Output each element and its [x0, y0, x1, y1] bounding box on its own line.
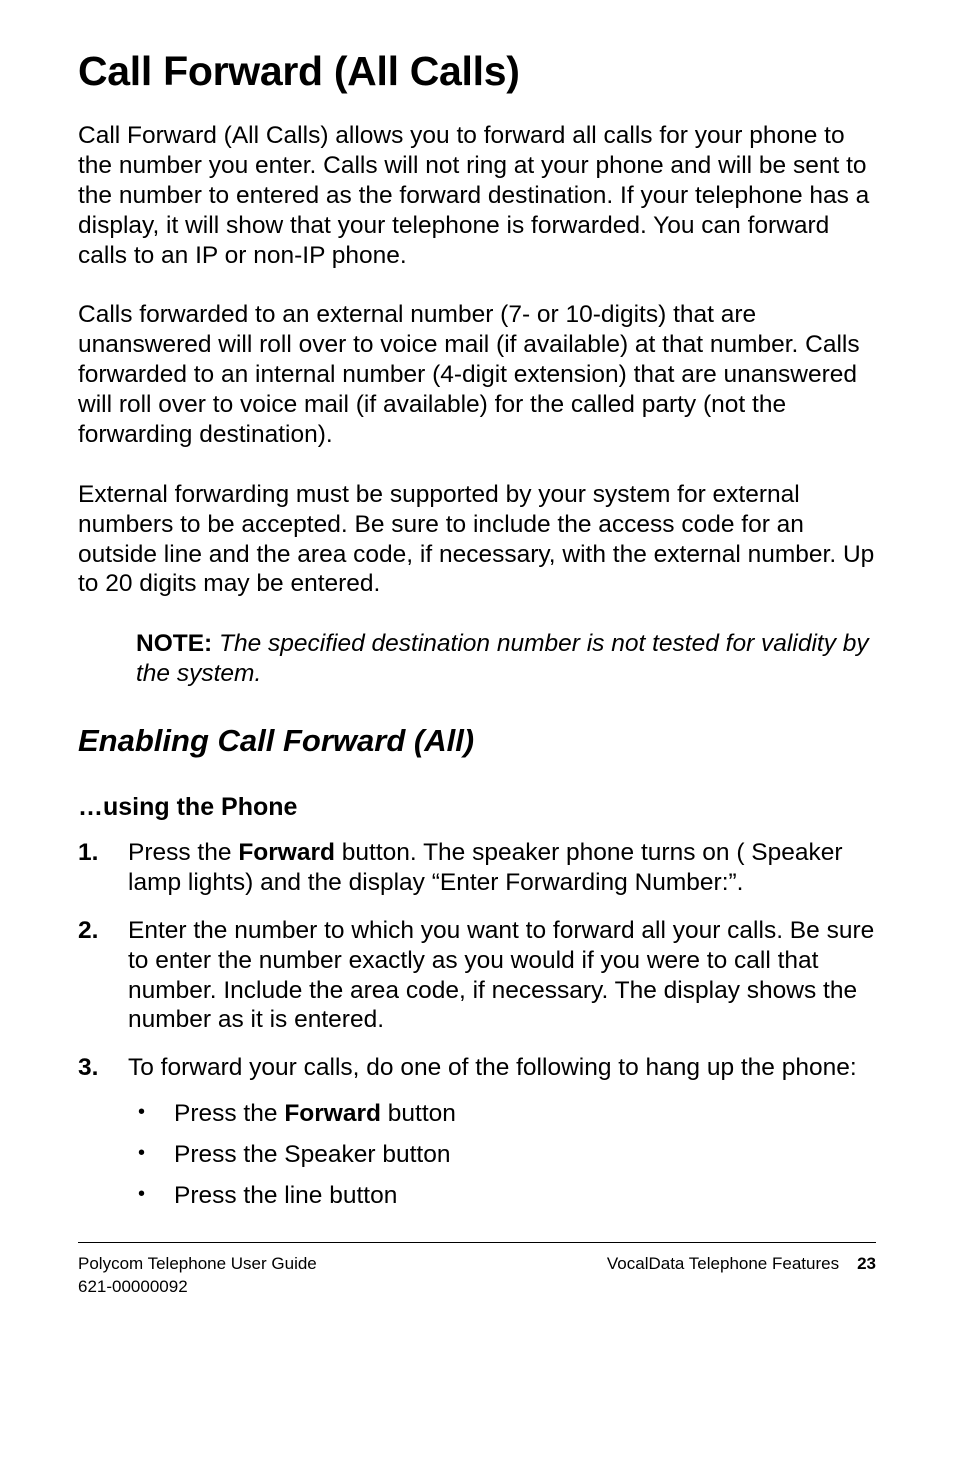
- footer-rule: [78, 1242, 876, 1243]
- footer-doc-number: 621-00000092: [78, 1276, 317, 1299]
- bullet-icon: •: [128, 1097, 174, 1130]
- list-item: 3. To forward your calls, do one of the …: [78, 1053, 876, 1220]
- text-pre: Press the: [128, 839, 238, 866]
- list-item: • Press the Forward button: [128, 1097, 876, 1130]
- section-heading: Enabling Call Forward (All): [78, 723, 876, 759]
- list-item: 2. Enter the number to which you want to…: [78, 916, 876, 1036]
- footer-left: Polycom Telephone User Guide 621-0000009…: [78, 1253, 317, 1299]
- paragraph-2: Calls forwarded to an external number (7…: [78, 300, 876, 449]
- document-page: Call Forward (All Calls) Call Forward (A…: [0, 0, 954, 1329]
- list-item-body: Press the Forward button: [174, 1097, 456, 1130]
- footer-right: VocalData Telephone Features 23: [607, 1253, 876, 1299]
- list-item: • Press the line button: [128, 1179, 876, 1212]
- list-item-body: Enter the number to which you want to fo…: [128, 916, 876, 1036]
- text-bold: Forward: [238, 839, 335, 866]
- note-body: The specified destination number is not …: [136, 630, 869, 687]
- page-footer: Polycom Telephone User Guide 621-0000009…: [78, 1253, 876, 1299]
- bullet-icon: •: [128, 1179, 174, 1212]
- list-item-body: Press the Forward button. The speaker ph…: [128, 838, 876, 898]
- page-title: Call Forward (All Calls): [78, 48, 876, 95]
- footer-section-title: VocalData Telephone Features: [607, 1254, 839, 1273]
- ordered-list: 1. Press the Forward button. The speaker…: [78, 838, 876, 1220]
- text-pre: Press the: [174, 1100, 284, 1127]
- list-item-body: Press the line button: [174, 1179, 397, 1212]
- paragraph-1: Call Forward (All Calls) allows you to f…: [78, 121, 876, 270]
- note-block: NOTE: The specified destination number i…: [78, 629, 876, 689]
- paragraph-3: External forwarding must be supported by…: [78, 480, 876, 600]
- bullet-icon: •: [128, 1138, 174, 1171]
- list-item-number: 3.: [78, 1053, 128, 1220]
- subsection-heading: …using the Phone: [78, 793, 876, 822]
- list-item: • Press the Speaker button: [128, 1138, 876, 1171]
- list-item-number: 2.: [78, 916, 128, 1036]
- list-item-text: To forward your calls, do one of the fol…: [128, 1054, 857, 1081]
- footer-guide-title: Polycom Telephone User Guide: [78, 1253, 317, 1276]
- list-item-body: Press the Speaker button: [174, 1138, 450, 1171]
- text-post: button: [381, 1100, 456, 1127]
- text-bold: Forward: [284, 1100, 381, 1127]
- list-item-number: 1.: [78, 838, 128, 898]
- list-item: 1. Press the Forward button. The speaker…: [78, 838, 876, 898]
- footer-page-number: 23: [857, 1254, 876, 1273]
- unordered-list: • Press the Forward button • Press the S…: [128, 1097, 876, 1212]
- list-item-body: To forward your calls, do one of the fol…: [128, 1053, 876, 1220]
- note-label: NOTE:: [136, 630, 212, 657]
